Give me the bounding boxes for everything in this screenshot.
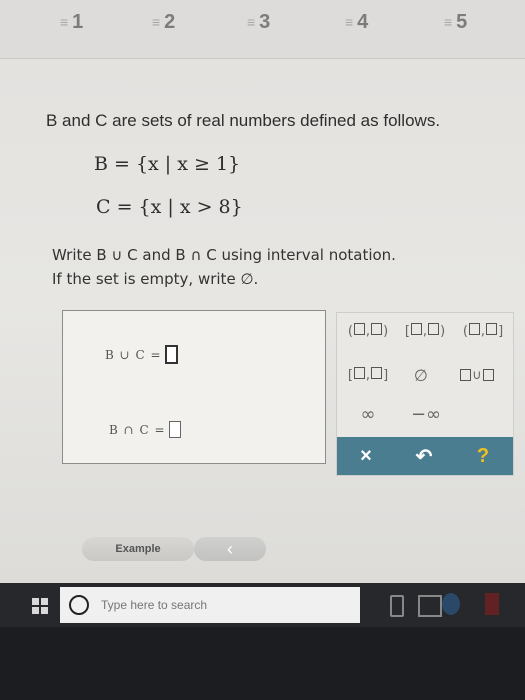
- question-tab-1[interactable]: ≡ 1: [60, 10, 83, 34]
- list-icon: ≡: [60, 14, 69, 30]
- control-bar: × ↶ ?: [337, 437, 513, 475]
- close-icon: ×: [360, 444, 372, 467]
- infinity-symbol: ∞: [360, 403, 376, 425]
- taskbar-search-input[interactable]: [99, 597, 323, 613]
- closed-open-interval-button[interactable]: [,): [397, 319, 453, 343]
- clear-button[interactable]: ×: [337, 437, 395, 475]
- taskbar-search-box[interactable]: [60, 587, 360, 623]
- question-tab-bar: ≡ 1 ≡ 2 ≡ 3 ≡ 4 ≡ 5: [0, 0, 525, 59]
- example-button[interactable]: Example: [82, 537, 194, 561]
- intersection-label: B ∩ C =: [109, 422, 166, 437]
- closed-interval-button[interactable]: [,]: [341, 363, 395, 387]
- union-answer-row: B ∪ C =: [105, 345, 178, 364]
- open-interval-icon: (,): [347, 323, 389, 339]
- union-input[interactable]: [164, 345, 178, 364]
- negative-infinity-symbol: −∞: [410, 403, 442, 425]
- closed-interval-icon: [,]: [347, 367, 389, 383]
- instruction-line-1: Write B ∪ C and B ∩ C using interval not…: [52, 246, 396, 264]
- undo-icon: ↶: [415, 445, 433, 468]
- union-button[interactable]: ∪: [447, 363, 507, 387]
- list-icon: ≡: [345, 14, 354, 30]
- intersection-input[interactable]: [168, 421, 181, 438]
- question-tab-4[interactable]: ≡ 4: [345, 10, 368, 34]
- open-closed-interval-icon: (,]: [462, 323, 504, 339]
- square-icon: [460, 369, 472, 381]
- negative-infinity-button[interactable]: −∞: [399, 401, 453, 427]
- back-button[interactable]: ‹: [194, 537, 266, 561]
- set-c-definition: C = {x | x > 8}: [96, 196, 243, 218]
- list-icon: ≡: [247, 14, 256, 30]
- windows-start-icon[interactable]: [32, 598, 48, 614]
- empty-set-button[interactable]: ∅: [401, 363, 441, 387]
- browser-screen: ≡ 1 ≡ 2 ≡ 3 ≡ 4 ≡ 5 B and C are sets of …: [0, 0, 525, 610]
- empty-set-symbol: ∅: [414, 365, 428, 385]
- question-tab-3[interactable]: ≡ 3: [247, 10, 270, 34]
- infinity-button[interactable]: ∞: [341, 401, 395, 427]
- list-icon: ≡: [444, 14, 453, 30]
- open-closed-interval-button[interactable]: (,]: [455, 319, 511, 343]
- chevron-left-icon: ‹: [227, 538, 233, 559]
- closed-open-interval-icon: [,): [404, 323, 446, 339]
- example-label: Example: [115, 543, 161, 555]
- answer-box: B ∪ C = B ∩ C =: [62, 310, 326, 464]
- help-button[interactable]: ?: [453, 437, 513, 475]
- list-icon: ≡: [152, 14, 161, 30]
- intersection-answer-row: B ∩ C =: [109, 421, 181, 438]
- cortana-icon: [69, 595, 89, 615]
- undo-button[interactable]: ↶: [395, 437, 453, 475]
- instruction-line-2: If the set is empty, write ∅.: [52, 270, 259, 288]
- square-icon: [482, 369, 494, 381]
- help-icon: ?: [476, 444, 490, 467]
- math-palette: (,) [,) (,] [,] ∅ ∪ ∞ −∞ × ↶ ?: [336, 312, 514, 476]
- app-icon[interactable]: [485, 593, 499, 615]
- set-b-definition: B = {x | x ≥ 1}: [94, 153, 241, 175]
- question-tab-5[interactable]: ≡ 5: [444, 10, 467, 34]
- question-tab-2[interactable]: ≡ 2: [152, 10, 175, 34]
- microphone-icon[interactable]: [390, 595, 404, 617]
- union-symbol: ∪: [472, 367, 482, 383]
- windows-taskbar: [0, 583, 525, 627]
- open-interval-button[interactable]: (,): [341, 319, 395, 343]
- problem-intro: B and C are sets of real numbers defined…: [46, 111, 441, 130]
- edge-browser-icon[interactable]: [442, 593, 460, 615]
- task-view-icon[interactable]: [418, 595, 442, 617]
- union-label: B ∪ C =: [105, 347, 162, 362]
